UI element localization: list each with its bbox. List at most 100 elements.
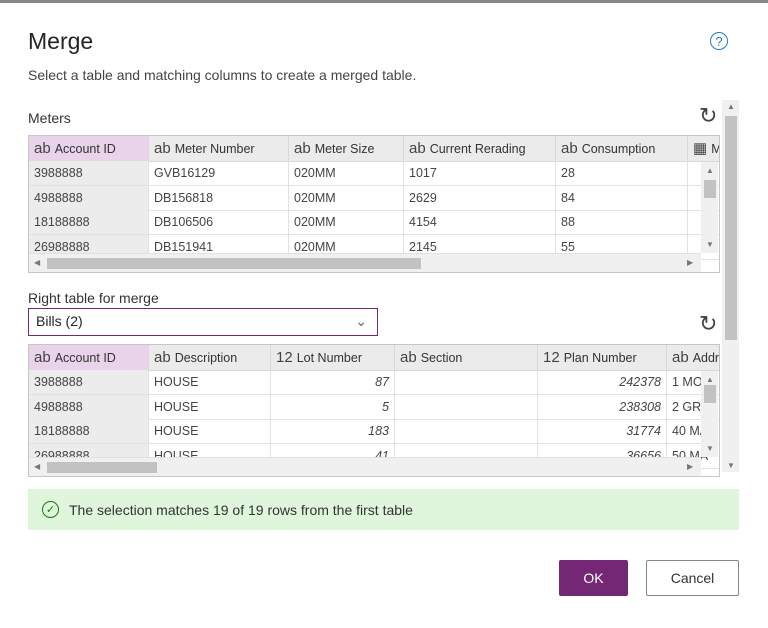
table-row: 18188888 DB106506 020MM 4154 88 [29,210,719,235]
top-table-label: Meters [28,110,71,126]
table-cell: 18188888 [29,210,149,234]
column-name: Consumption [581,142,656,156]
column-name: M [711,142,719,156]
table-cell: 4154 [404,210,556,234]
match-status-banner: ✓ The selection matches 19 of 19 rows fr… [28,489,739,530]
table-row: 3988888 GVB16129 020MM 1017 28 [29,161,719,186]
column-name: Account ID [54,351,116,365]
table-cell: 84 [556,185,688,210]
right-table-select[interactable]: Bills (2) ⌄ [28,308,378,336]
text-type-icon: ab [672,349,689,366]
number-type-icon: 12 [276,349,293,366]
table-cell: 238308 [538,394,667,419]
table-cell: GVB16129 [149,161,289,185]
refresh-icon[interactable]: ↻ [699,313,717,335]
window-top-border [0,0,768,3]
table-cell: 4988888 [29,185,149,210]
column-name: Meter Size [314,142,375,156]
text-type-icon: ab [409,140,426,157]
table-cell: 020MM [289,210,404,234]
column-name: Addr [692,351,720,365]
table-cell: HOUSE [149,419,271,443]
column-name: Plan Number [563,351,637,365]
text-type-icon: ab [294,140,311,157]
column-header[interactable]: ab Current Rerading [404,136,556,161]
column-header[interactable]: ab Account ID [29,345,149,370]
text-type-icon: ab [34,140,51,157]
text-type-icon: ab [400,349,417,366]
right-table-select-value: Bills (2) [36,313,83,329]
column-name: Lot Number [296,351,362,365]
column-name: Meter Number [174,142,255,156]
column-name: Account ID [54,142,116,156]
column-header[interactable]: 12 Plan Number [538,345,667,370]
table-cell: 4988888 [29,394,149,419]
table-cell: HOUSE [149,370,271,394]
column-header[interactable]: ▦M [688,136,719,161]
column-header[interactable]: ab Section [395,345,538,370]
text-type-icon: ab [561,140,578,157]
calendar-icon: ▦ [693,140,708,157]
table-cell: DB156818 [149,185,289,210]
table-cell: 28 [556,161,688,185]
text-type-icon: ab [154,140,171,157]
table-cell: 020MM [289,161,404,185]
table-row: 3988888 HOUSE 87 242378 1 MO [29,370,719,395]
text-type-icon: ab [154,349,171,366]
table-cell: 87 [271,370,395,394]
right-table-label: Right table for merge [28,290,159,306]
column-header[interactable]: ab Meter Number [149,136,289,161]
table-cell: 1017 [404,161,556,185]
table-cell: 242378 [538,370,667,394]
table-cell: DB106506 [149,210,289,234]
table-cell: 020MM [289,185,404,210]
table-cell: 183 [271,419,395,443]
table-cell [395,370,538,394]
column-header[interactable]: 12 Lot Number [271,345,395,370]
table-row: 18188888 HOUSE 183 31774 40 MA [29,419,719,444]
cancel-button[interactable]: Cancel [646,560,739,596]
column-name: Section [420,351,463,365]
column-name: Description [174,351,238,365]
match-status-text: The selection matches 19 of 19 rows from… [69,501,413,518]
scrollbar-thumb[interactable] [47,258,421,269]
column-header[interactable]: ab Addr [667,345,720,370]
table-row: 4988888 DB156818 020MM 2629 84 [29,185,719,211]
chevron-down-icon: ⌄ [355,313,367,329]
dialog-subtitle: Select a table and matching columns to c… [28,67,417,83]
table-row: 4988888 HOUSE 5 238308 2 GRO [29,394,719,420]
horizontal-scrollbar[interactable]: ◀ ▶ [29,253,701,272]
horizontal-scrollbar[interactable]: ◀ ▶ [29,457,701,476]
column-header[interactable]: ab Meter Size [289,136,404,161]
dialog-vertical-scrollbar[interactable]: ▲ ▼ [722,100,739,472]
column-header[interactable]: ab Consumption [556,136,688,161]
ok-button[interactable]: OK [559,560,628,596]
scrollbar-thumb[interactable] [704,180,716,198]
right-table-preview[interactable]: ab Account ID ab Description 12 Lot Number ab S… [28,344,720,477]
table-cell: 18188888 [29,419,149,443]
table-cell [395,394,538,419]
help-icon[interactable]: ? [710,32,728,50]
table-cell: 2629 [404,185,556,210]
dialog-title: Merge [28,28,94,54]
scrollbar-thumb[interactable] [725,116,737,340]
column-header-row: ab Account ID ab Meter Number ab Meter Size ab… [29,136,719,162]
scrollbar-thumb[interactable] [47,462,157,473]
table-cell: 3988888 [29,161,149,185]
text-type-icon: ab [34,349,51,366]
vertical-scrollbar[interactable]: ▲ ▼ [701,162,718,253]
column-header[interactable]: ab Description [149,345,271,370]
table-cell: HOUSE [149,394,271,419]
top-table-preview[interactable]: ab Account ID ab Meter Number ab Meter Size ab… [28,135,720,273]
table-cell [395,419,538,443]
scrollbar-thumb[interactable] [704,385,716,403]
refresh-icon[interactable]: ↻ [699,105,717,127]
table-cell: 31774 [538,419,667,443]
table-cell: 88 [556,210,688,234]
column-name: Current Rerading [429,142,526,156]
column-header[interactable]: ab Account ID [29,136,149,161]
table-cell: 5 [271,394,395,419]
number-type-icon: 12 [543,349,560,366]
column-header-row: ab Account ID ab Description 12 Lot Number ab S… [29,345,720,371]
vertical-scrollbar[interactable]: ▲ ▼ [701,371,718,457]
